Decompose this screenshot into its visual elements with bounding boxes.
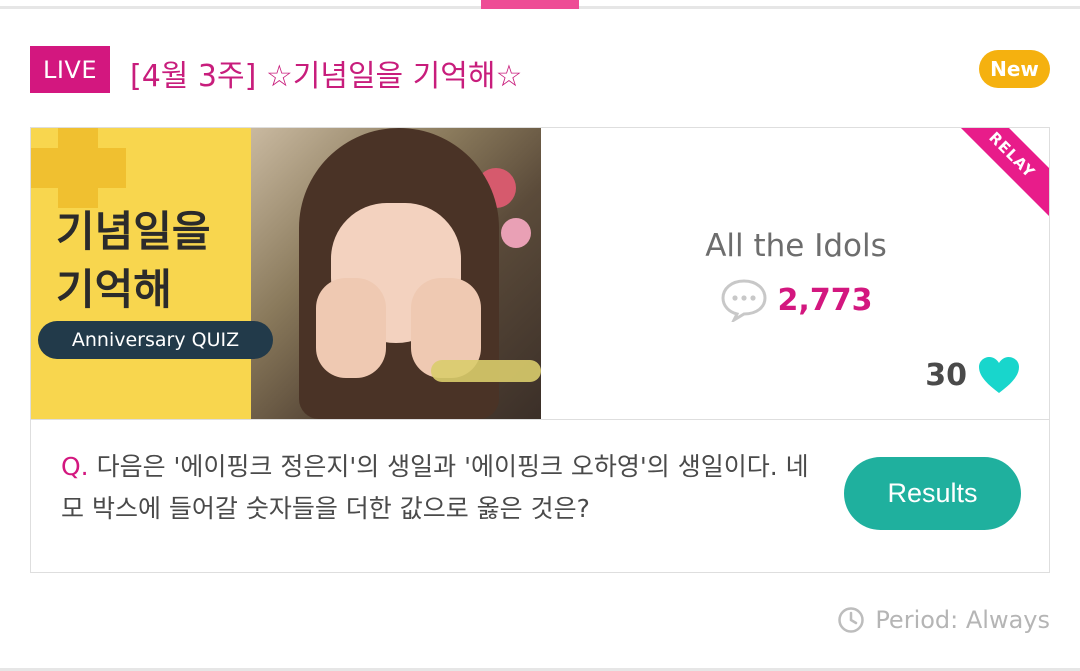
comment-icon xyxy=(721,279,767,322)
question-area: Q. 다음은 '에이핑크 정은지'의 생일과 '에이핑크 오하영'의 생일이다.… xyxy=(31,419,1049,572)
idol-hand-left xyxy=(316,278,386,378)
thumbnail-title: 기념일을 기억해 xyxy=(56,203,211,319)
active-tab-indicator xyxy=(481,0,579,9)
quiz-header: LIVE [4월 3주] ☆기념일을 기억해☆ New xyxy=(30,46,1050,94)
quiz-question[interactable]: Q. 다음은 '에이핑크 정은지'의 생일과 '에이핑크 오하영'의 생일이다.… xyxy=(61,446,821,530)
quiz-title[interactable]: [4월 3주] ☆기념일을 기억해☆ xyxy=(130,51,522,95)
new-badge: New xyxy=(979,50,1050,88)
period-row: Period: Always xyxy=(837,606,1050,634)
plus-decoration xyxy=(31,148,126,188)
thumbnail-title-line2: 기억해 xyxy=(56,265,172,314)
anniversary-quiz-pill: Anniversary QUIZ xyxy=(38,321,273,359)
flower-decoration xyxy=(501,218,531,248)
like-count: 30 xyxy=(925,357,967,393)
results-button[interactable]: Results xyxy=(844,457,1021,530)
decorative-stripe xyxy=(431,360,541,382)
clock-icon xyxy=(838,607,865,633)
live-badge: LIVE xyxy=(30,46,110,93)
quiz-card[interactable]: 기념일을 기억해 Anniversary QUIZ All the Idols … xyxy=(30,127,1050,573)
comment-count-row[interactable]: 2,773 xyxy=(541,278,1049,322)
period-text: Period: Always xyxy=(875,606,1050,634)
group-name: All the Idols xyxy=(705,228,887,264)
question-prefix: Q. xyxy=(61,452,89,481)
question-text: 다음은 '에이핑크 정은지'의 생일과 '에이핑크 오하영'의 생일이다. 네모… xyxy=(61,452,809,523)
quiz-thumbnail[interactable]: 기념일을 기억해 Anniversary QUIZ xyxy=(31,128,541,419)
heart-icon[interactable] xyxy=(977,355,1021,395)
comment-count: 2,773 xyxy=(777,282,873,318)
thumbnail-title-line1: 기념일을 xyxy=(56,207,211,256)
quiz-info: All the Idols 2,773 30 xyxy=(541,128,1049,419)
like-row[interactable]: 30 xyxy=(925,355,1021,395)
